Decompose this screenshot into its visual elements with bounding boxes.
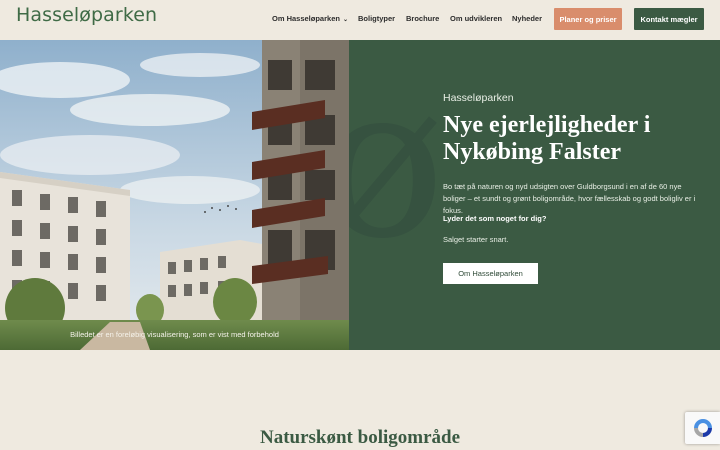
nav-item-about-label: Om Hasseløparken bbox=[272, 14, 340, 23]
building-illustration bbox=[0, 40, 349, 350]
hero-description: Bo tæt på naturen og nyd udsigten over G… bbox=[443, 182, 696, 215]
hero-sale-status: Salget starter snart. bbox=[443, 235, 509, 244]
section-title: Naturskønt boligområde bbox=[259, 427, 461, 448]
nav-item-news[interactable]: Nyheder bbox=[512, 14, 542, 23]
nav-item-types[interactable]: Boligtyper bbox=[358, 14, 395, 23]
nav-item-brochure[interactable]: Brochure bbox=[406, 14, 439, 23]
hero-question: Lyder det som noget for dig? bbox=[443, 214, 547, 223]
nav-item-about[interactable]: Om Hasseløparken ⌄ bbox=[272, 14, 348, 23]
about-button[interactable]: Om Hasseløparken bbox=[443, 263, 538, 284]
site-logo[interactable]: Hasseløparken bbox=[16, 4, 157, 26]
nav-item-developer[interactable]: Om udvikleren bbox=[450, 14, 502, 23]
contact-broker-button[interactable]: Kontakt mægler bbox=[634, 8, 704, 30]
chevron-down-icon: ⌄ bbox=[342, 17, 348, 23]
hero-panel: ø Hasseløparken Nye ejerlejligheder i Ny… bbox=[349, 40, 720, 350]
plans-prices-button[interactable]: Planer og priser bbox=[554, 8, 622, 30]
site-header: Hasseløparken Om Hasseløparken ⌄ Boligtyp… bbox=[0, 0, 720, 40]
image-disclaimer: Billedet er en foreløbig visualisering, … bbox=[70, 330, 279, 339]
hero-eyebrow: Hasseløparken bbox=[443, 92, 514, 104]
recaptcha-icon bbox=[693, 419, 712, 437]
hero-image: Billedet er en foreløbig visualisering, … bbox=[0, 40, 349, 350]
decorative-letter: ø bbox=[349, 40, 446, 285]
recaptcha-badge[interactable] bbox=[685, 412, 720, 444]
hero-title: Nye ejerlejligheder i Nykøbing Falster bbox=[443, 112, 651, 165]
